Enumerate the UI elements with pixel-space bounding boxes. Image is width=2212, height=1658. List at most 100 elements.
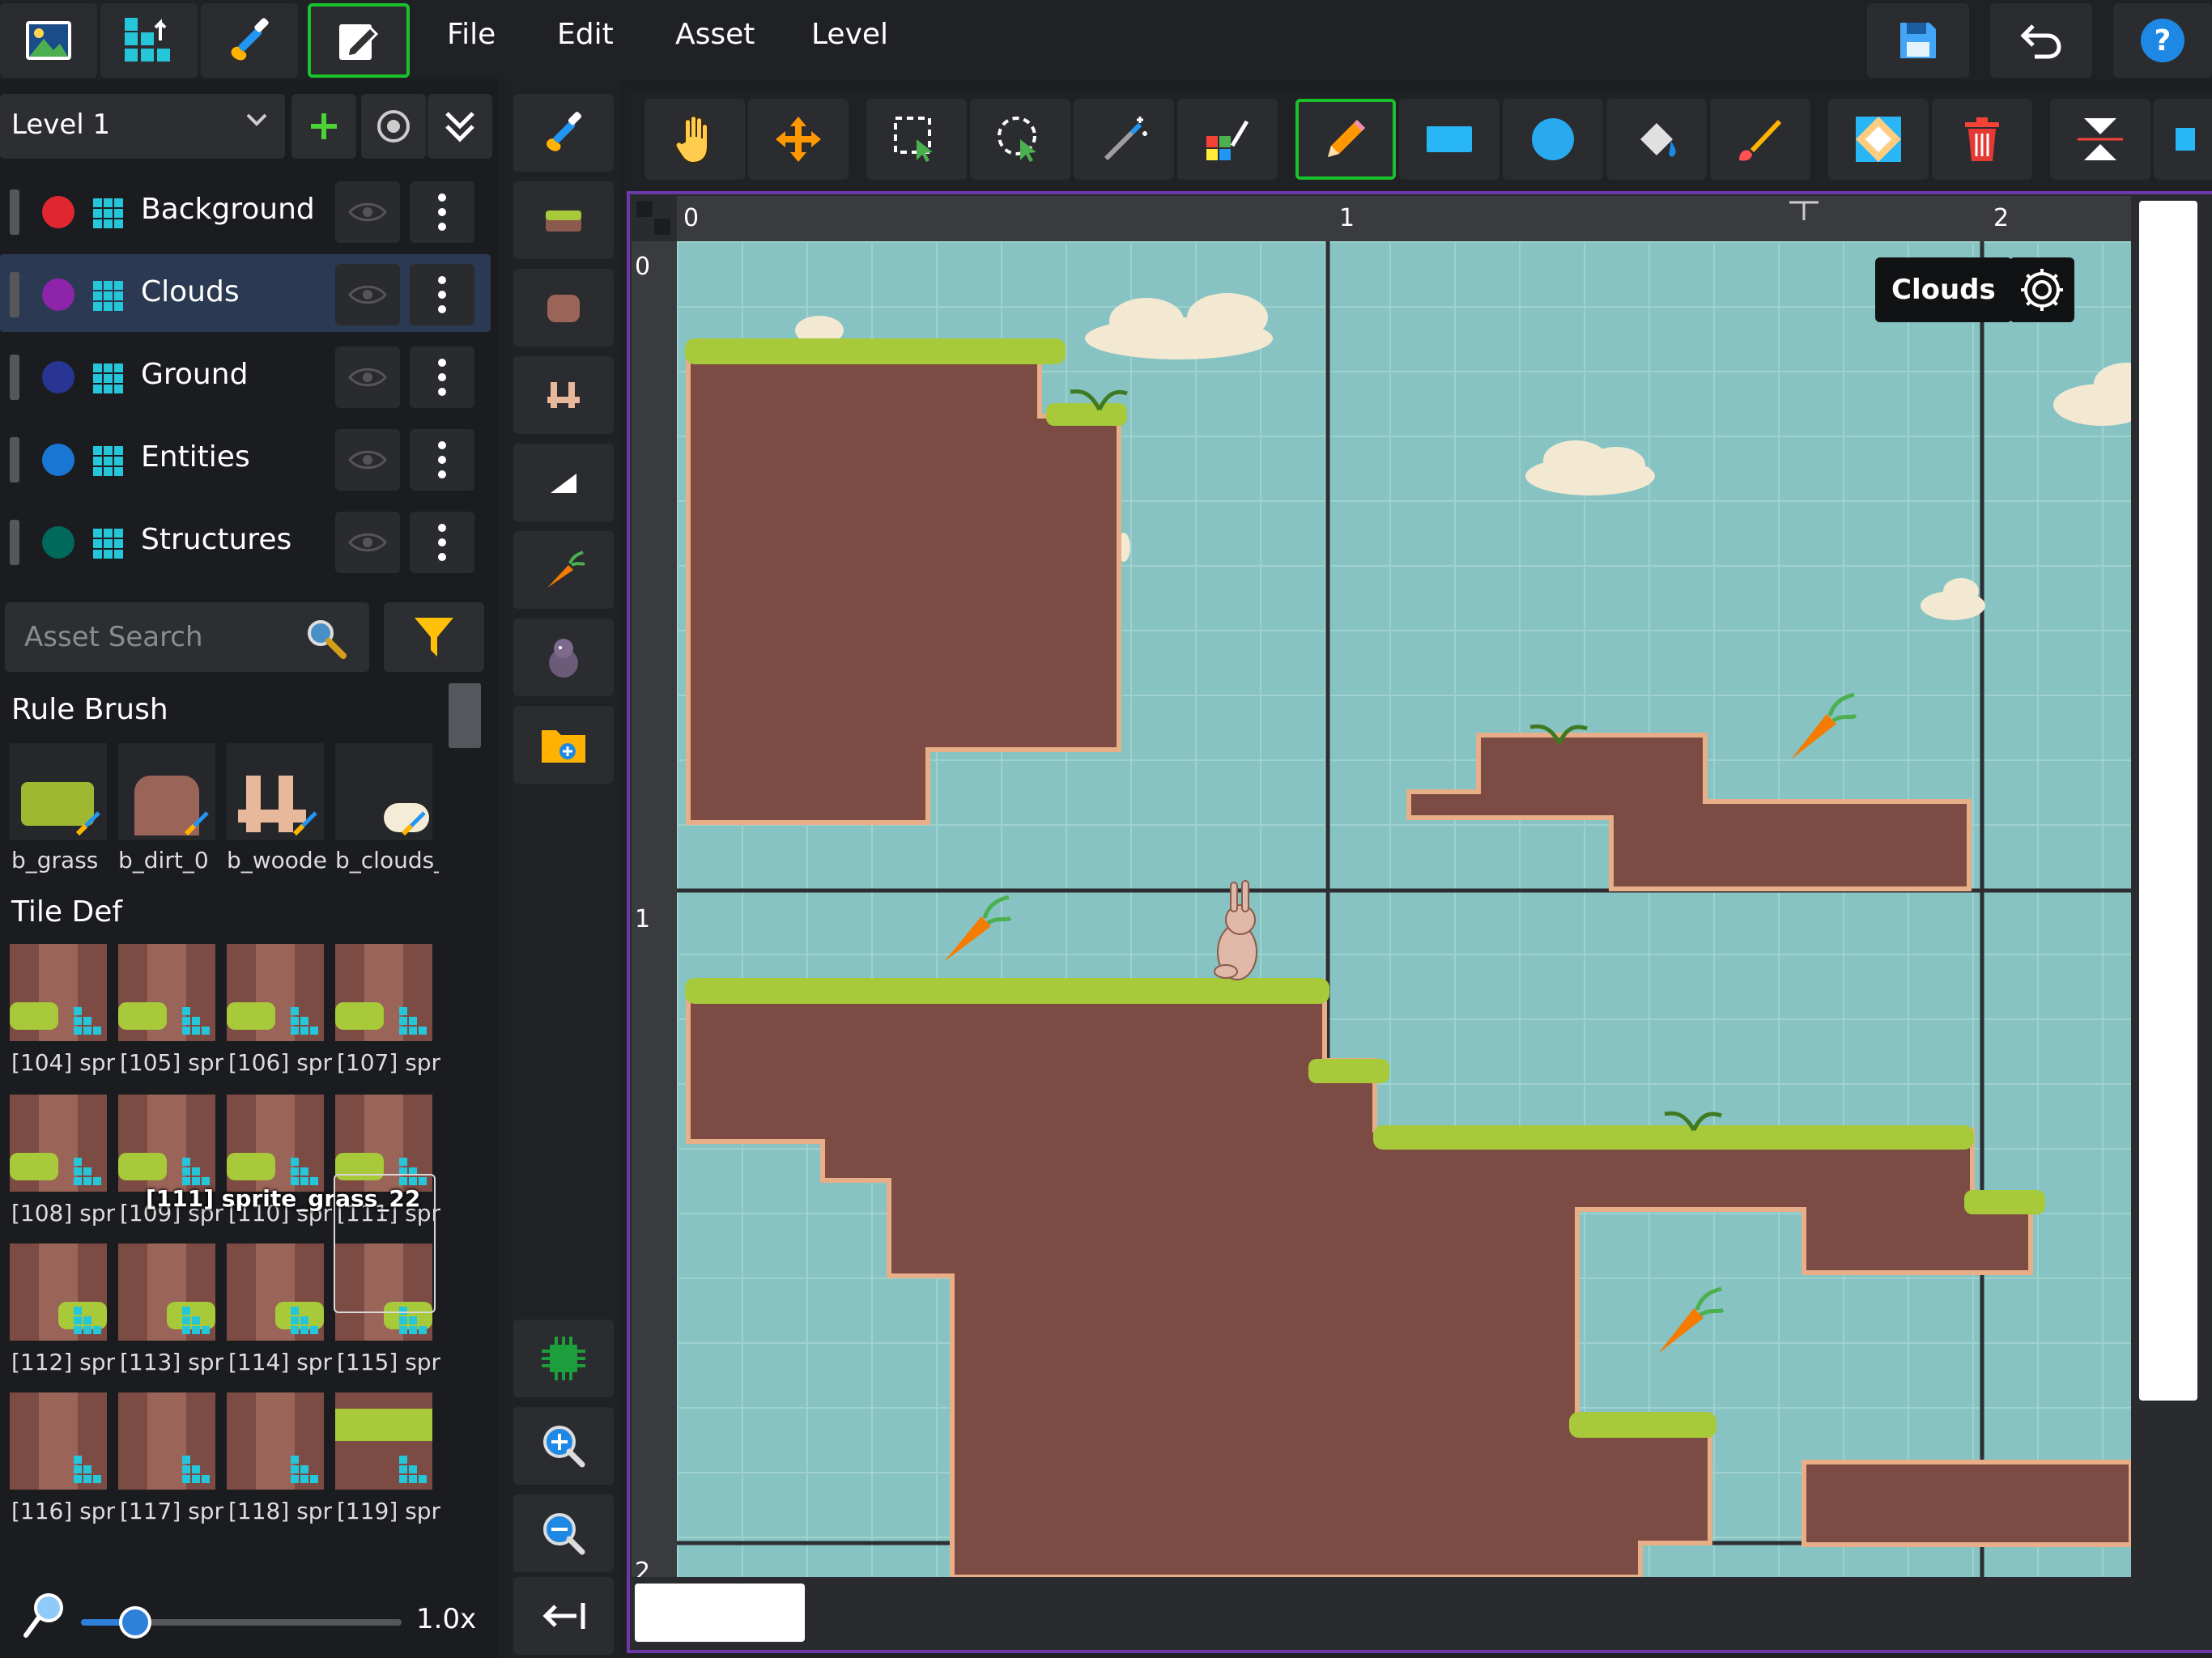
horizontal-scrollbar[interactable]: [635, 1584, 805, 1642]
layer-menu-button[interactable]: [410, 346, 474, 408]
flip-tool[interactable]: [2050, 99, 2150, 180]
tile-def-item[interactable]: [227, 1244, 324, 1341]
rule-brush-clouds[interactable]: [335, 743, 432, 840]
color-picker-tool[interactable]: [1177, 99, 1278, 180]
level-select[interactable]: Level 1: [0, 94, 285, 159]
zoom-out-button[interactable]: [513, 1494, 614, 1572]
drag-handle[interactable]: [10, 189, 19, 235]
more-tools-button[interactable]: [2154, 99, 2212, 180]
layer-background[interactable]: Background: [0, 172, 491, 249]
rule-brush-label: b_dirt_0: [118, 847, 209, 874]
search-icon[interactable]: [304, 617, 348, 661]
vertical-ruler[interactable]: 0 1 2: [632, 241, 677, 1586]
magic-wand-tool[interactable]: [1074, 99, 1174, 180]
layer-menu-button[interactable]: [410, 512, 474, 573]
drag-handle[interactable]: [10, 520, 19, 565]
eye-icon: [348, 533, 387, 552]
tile-def-item[interactable]: [335, 1392, 432, 1490]
visibility-toggle[interactable]: [335, 181, 400, 243]
move-tool[interactable]: [748, 99, 849, 180]
undo-button[interactable]: [1990, 3, 2092, 78]
tile-def-item[interactable]: [10, 1095, 107, 1192]
dirt-tile-tool[interactable]: [513, 269, 614, 346]
asset-search-input[interactable]: [24, 617, 291, 657]
tile-def-item[interactable]: [335, 944, 432, 1041]
filter-button[interactable]: [384, 602, 484, 672]
collapse-button[interactable]: [428, 94, 492, 159]
auto-tile-tool[interactable]: [1828, 99, 1929, 180]
layer-menu-button[interactable]: [410, 181, 474, 243]
menu-asset[interactable]: Asset: [675, 18, 755, 51]
level-canvas[interactable]: [677, 241, 2131, 1577]
bunny-character: [1214, 880, 1257, 980]
vertical-scrollbar[interactable]: [2139, 201, 2197, 1401]
layer-structures[interactable]: Structures: [0, 502, 491, 580]
menu-edit[interactable]: Edit: [557, 18, 614, 51]
tile-def-item[interactable]: [10, 1392, 107, 1490]
visibility-toggle[interactable]: [335, 512, 400, 573]
layer-menu-button[interactable]: [410, 264, 474, 325]
layer-ground[interactable]: Ground: [0, 337, 491, 414]
panel-scrollbar[interactable]: [449, 683, 481, 748]
rule-brush-tool[interactable]: [513, 94, 614, 172]
visibility-toggle[interactable]: [335, 264, 400, 325]
tileset-button[interactable]: [100, 3, 198, 78]
layer-settings-button[interactable]: [2010, 257, 2074, 322]
flip-vertical-icon: [2078, 118, 2123, 160]
tile-def-item[interactable]: [118, 1392, 215, 1490]
save-button[interactable]: [1867, 3, 1969, 78]
delete-tool[interactable]: [1932, 99, 2032, 180]
rectangle-tool[interactable]: [1399, 99, 1499, 180]
chip-tool[interactable]: [513, 1320, 614, 1397]
tile-def-item[interactable]: [227, 944, 324, 1041]
enemy-entity-tool[interactable]: [513, 619, 614, 696]
brush-mode-button[interactable]: [201, 3, 298, 78]
ruler-marker[interactable]: [1788, 199, 1820, 220]
level-target-button[interactable]: [361, 94, 426, 159]
help-button[interactable]: ?: [2113, 3, 2212, 78]
drag-handle[interactable]: [10, 437, 19, 483]
pencil-tool[interactable]: [1295, 99, 1396, 180]
layer-entities[interactable]: Entities: [0, 419, 491, 497]
horizontal-ruler[interactable]: 0 1 2: [677, 196, 2131, 241]
lasso-select-tool[interactable]: [970, 99, 1070, 180]
tile-def-item[interactable]: [10, 1244, 107, 1341]
add-asset-folder-button[interactable]: [513, 706, 614, 784]
grass-tile-tool[interactable]: [513, 181, 614, 259]
slope-tile-tool[interactable]: [513, 444, 614, 521]
carrot-entity-tool[interactable]: [513, 531, 614, 609]
layer-menu-button[interactable]: [410, 429, 474, 491]
tile-def-label: [116] spri: [11, 1498, 115, 1524]
drag-handle[interactable]: [10, 355, 19, 400]
collapse-panel-button[interactable]: [513, 1577, 614, 1655]
visibility-toggle[interactable]: [335, 429, 400, 491]
add-level-button[interactable]: [291, 94, 356, 159]
pan-tool[interactable]: [644, 99, 745, 180]
tile-def-item[interactable]: [227, 1095, 324, 1192]
eye-icon: [348, 202, 387, 222]
rule-brush-wooden[interactable]: [227, 743, 324, 840]
rule-brush-grass[interactable]: [10, 743, 107, 840]
menu-file[interactable]: File: [447, 18, 496, 51]
zoom-slider-handle[interactable]: [119, 1606, 152, 1639]
rect-select-tool[interactable]: [866, 99, 967, 180]
eraser-brush-tool[interactable]: [1710, 99, 1810, 180]
drag-handle[interactable]: [10, 272, 19, 317]
layer-clouds[interactable]: Clouds: [0, 254, 491, 332]
visibility-toggle[interactable]: [335, 346, 400, 408]
level-edit-button[interactable]: [308, 3, 410, 78]
image-view-button[interactable]: [0, 3, 97, 78]
wood-tile-tool[interactable]: [513, 356, 614, 434]
ellipse-tool[interactable]: [1503, 99, 1603, 180]
menu-level[interactable]: Level: [811, 18, 888, 51]
fill-tool[interactable]: [1606, 99, 1707, 180]
level-select-value: Level 1: [11, 108, 111, 141]
rule-brush-dirt[interactable]: [118, 743, 215, 840]
tile-def-item[interactable]: [118, 1095, 215, 1192]
tile-def-item[interactable]: [10, 944, 107, 1041]
zoom-in-button[interactable]: [513, 1407, 614, 1485]
tile-def-item[interactable]: [118, 944, 215, 1041]
carrot-icon: [547, 551, 585, 588]
tile-def-item[interactable]: [118, 1244, 215, 1341]
tile-def-item[interactable]: [227, 1392, 324, 1490]
